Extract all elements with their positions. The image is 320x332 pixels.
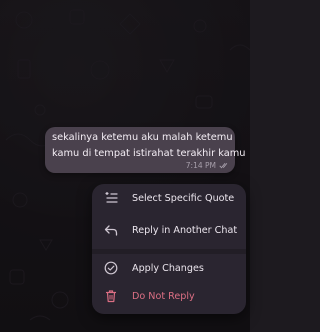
trash-icon bbox=[104, 289, 118, 303]
reply-another-chat-icon bbox=[104, 223, 118, 237]
menu-item-reply-in-another-chat[interactable]: Reply in Another Chat bbox=[92, 216, 246, 244]
message-bubble[interactable]: sekalinya ketemu aku malah ketemu kamu d… bbox=[45, 127, 246, 173]
message-line-2: kamu di tempat istirahat terakhir kamu bbox=[52, 148, 246, 159]
menu-item-apply-changes[interactable]: Apply Changes bbox=[92, 254, 246, 282]
menu-item-do-not-reply[interactable]: Do Not Reply bbox=[92, 282, 246, 310]
select-quote-icon bbox=[104, 191, 118, 205]
check-circle-icon bbox=[104, 261, 118, 275]
double-check-icon bbox=[219, 163, 228, 169]
message-time: 7:14 PM bbox=[185, 161, 216, 170]
context-menu: Select Specific Quote Reply in Another C… bbox=[92, 184, 246, 314]
menu-item-label: Reply in Another Chat bbox=[132, 224, 238, 236]
menu-item-label: Apply Changes bbox=[132, 262, 204, 274]
message-meta: 7:14 PM bbox=[186, 161, 229, 170]
menu-item-select-specific-quote[interactable]: Select Specific Quote bbox=[92, 184, 246, 212]
message-text: sekalinya ketemu aku malah ketemu kamu d… bbox=[52, 130, 246, 162]
message-line-1: sekalinya ketemu aku malah ketemu bbox=[52, 132, 233, 143]
menu-item-label: Select Specific Quote bbox=[132, 192, 235, 204]
menu-item-label: Do Not Reply bbox=[132, 290, 195, 302]
